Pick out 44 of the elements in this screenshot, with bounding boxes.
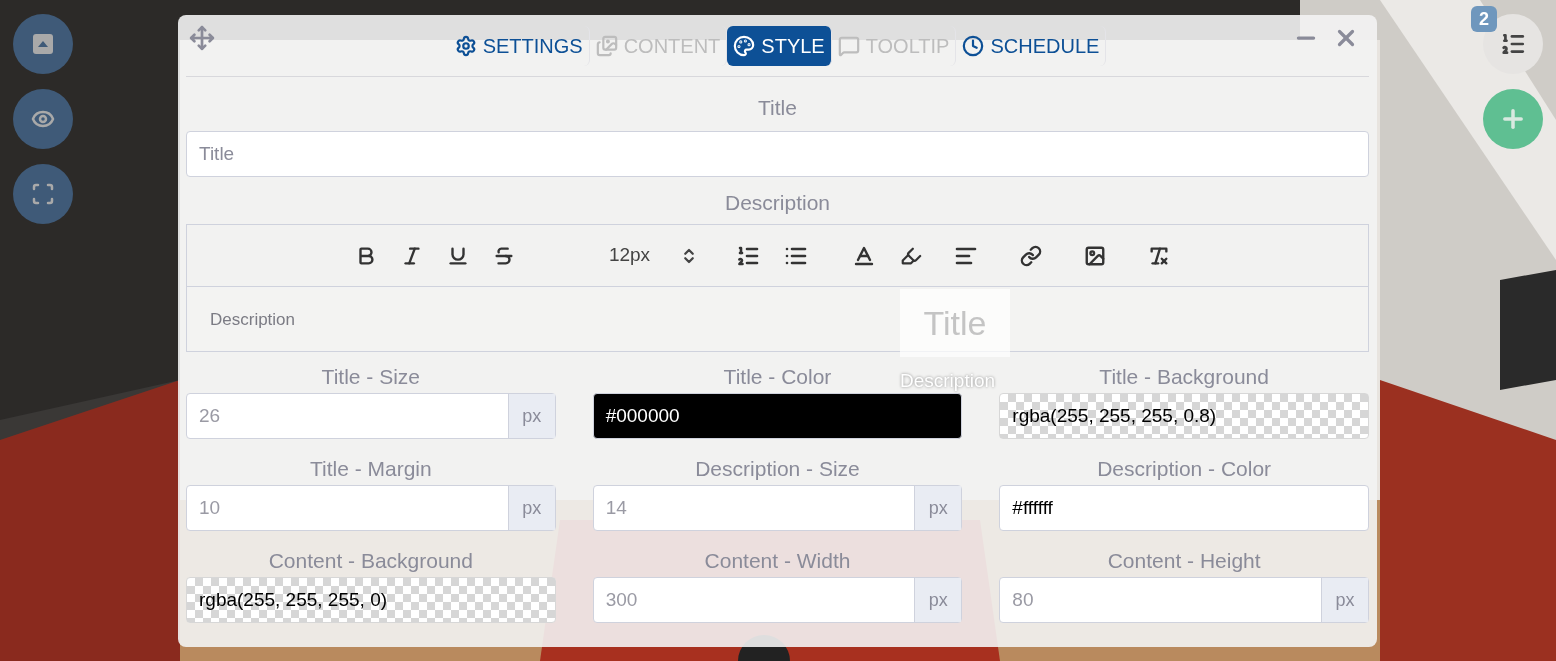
gear-icon: [454, 34, 477, 57]
field-label: Content - Background: [268, 550, 473, 572]
field-label: Title - Margin: [309, 458, 432, 480]
unit-label: px: [914, 486, 962, 530]
move-icon[interactable]: [189, 25, 215, 51]
fullscreen-icon: [31, 182, 55, 206]
numbered-list-icon: [1500, 31, 1526, 57]
color-field[interactable]: rgba(255, 255, 255, 0.8): [999, 393, 1369, 439]
panel-icon: [33, 34, 53, 54]
input-field[interactable]: 14: [593, 486, 915, 530]
color-field[interactable]: rgba(255, 255, 255, 0): [186, 577, 556, 623]
tab[interactable]: SCHEDULE: [956, 25, 1107, 66]
tab[interactable]: SETTINGS: [448, 25, 590, 66]
color-field[interactable]: #000000: [592, 393, 963, 439]
field-label: Title - Color: [723, 366, 832, 388]
title-field[interactable]: Title: [186, 131, 1369, 177]
field-label: Description - Color: [1097, 458, 1272, 480]
field-label: Title - Size: [321, 366, 421, 388]
field-label: Title - Background: [1099, 366, 1269, 388]
font-size-select[interactable]: 12px: [608, 241, 699, 270]
color-field[interactable]: #ffffff: [999, 485, 1369, 531]
clock-icon: [962, 34, 985, 57]
input-field[interactable]: 80: [1000, 578, 1321, 622]
speech-bubble-icon: [837, 34, 860, 57]
unit-label: px: [914, 578, 962, 622]
unit-label: px: [507, 486, 555, 530]
unit-label: px: [507, 394, 555, 438]
palette-icon: [733, 34, 756, 57]
field-label: Description: [723, 190, 831, 216]
images-icon: [595, 34, 618, 57]
input-field[interactable]: 300: [593, 578, 915, 622]
input-field[interactable]: 10: [187, 486, 508, 530]
field-label: Content - Height: [1107, 550, 1261, 572]
count-badge: 2: [1471, 6, 1497, 32]
unit-label: px: [1321, 578, 1368, 622]
input-field[interactable]: 26: [187, 394, 508, 438]
link-icon[interactable]: [1020, 244, 1043, 267]
tab[interactable]: STYLE: [727, 25, 832, 66]
field-label: Content - Width: [704, 550, 851, 572]
clear-format-icon[interactable]: [1148, 244, 1171, 267]
field-label: Description - Size: [695, 458, 860, 480]
field-label: Title: [757, 95, 798, 121]
hotspot-title: Title: [900, 289, 1010, 357]
image-icon[interactable]: [1084, 244, 1107, 267]
